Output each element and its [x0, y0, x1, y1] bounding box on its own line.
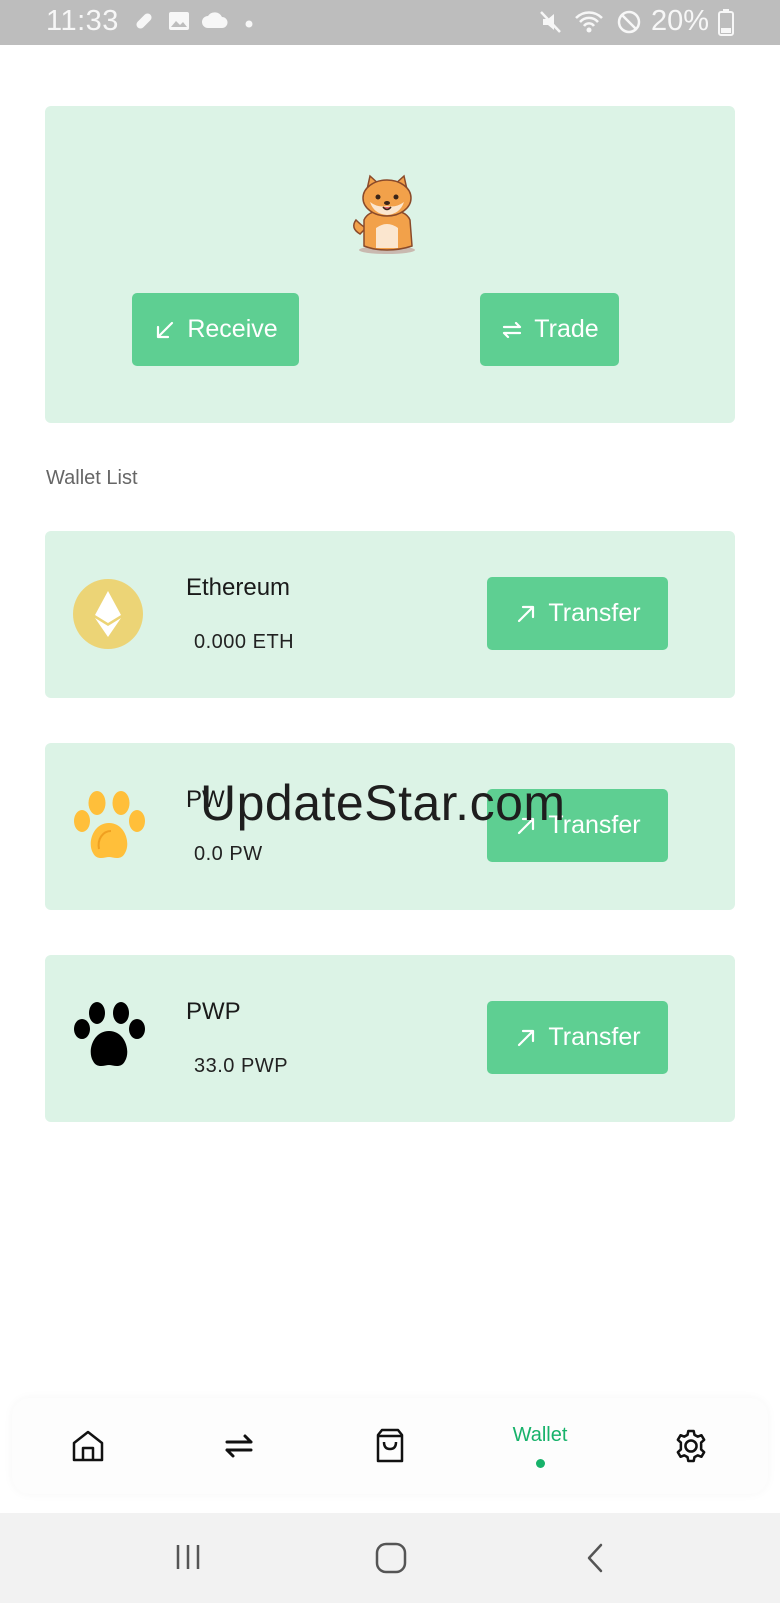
cloud-icon — [201, 9, 229, 38]
wallet-balance: 33.0 PWP — [194, 1055, 289, 1077]
nav-settings[interactable] — [651, 1398, 731, 1494]
wallet-name: Ethereum — [186, 574, 291, 601]
wallet-card-ethereum: Ethereum 0.000 ETH Transfer — [45, 531, 735, 698]
wallet-name: PWP — [186, 998, 241, 1025]
image-icon — [167, 9, 191, 38]
home-icon[interactable] — [374, 1541, 408, 1580]
transfer-button[interactable]: Transfer — [487, 577, 668, 650]
nav-wallet-label: Wallet — [512, 1424, 568, 1446]
black-paw-icon — [71, 1001, 145, 1075]
wifi-icon — [574, 9, 604, 40]
nav-trade[interactable] — [199, 1398, 279, 1494]
bottom-nav: Wallet — [12, 1398, 768, 1494]
home-icon — [70, 1428, 106, 1464]
nav-home[interactable] — [48, 1398, 128, 1494]
orange-paw-icon — [71, 789, 145, 863]
battery-icon — [718, 8, 734, 41]
arrow-up-right-icon — [514, 602, 538, 626]
pill-icon — [132, 9, 156, 38]
wallet-card-pwp: PWP 33.0 PWP Transfer — [45, 955, 735, 1122]
status-time: 11:33 — [46, 5, 119, 37]
ethereum-icon — [71, 577, 145, 651]
transfer-label: Transfer — [548, 599, 641, 627]
transfer-button[interactable]: Transfer — [487, 1001, 668, 1074]
mute-icon — [538, 9, 564, 40]
transfer-label: Transfer — [548, 1023, 641, 1051]
settings-icon — [672, 1427, 710, 1465]
active-indicator — [535, 1459, 545, 1468]
arrow-down-left-icon — [153, 318, 177, 342]
nav-wallet[interactable]: Wallet — [500, 1398, 580, 1494]
trade-label: Trade — [534, 315, 599, 343]
system-nav-bar — [0, 1513, 780, 1603]
trade-button[interactable]: Trade — [480, 293, 619, 366]
shiba-dog-icon — [350, 172, 424, 261]
dot-icon — [244, 16, 254, 34]
receive-button[interactable]: Receive — [132, 293, 299, 366]
status-bar: 11:33 20% — [0, 0, 780, 45]
app-root: 11:33 20% Receive Trade Wallet List Ethe… — [0, 0, 780, 1603]
shopping-bag-icon — [372, 1427, 408, 1465]
wallet-balance: 0.0 PW — [194, 843, 263, 865]
do-not-disturb-icon — [616, 9, 642, 40]
wallet-balance: 0.000 ETH — [194, 631, 295, 653]
swap-icon — [223, 1430, 255, 1462]
back-icon[interactable] — [583, 1541, 607, 1580]
arrow-up-right-icon — [514, 1026, 538, 1050]
nav-shop[interactable] — [350, 1398, 430, 1494]
recents-icon[interactable] — [173, 1541, 205, 1578]
swap-icon — [500, 318, 524, 342]
battery-percent: 20% — [651, 5, 710, 37]
hero-card: Receive Trade — [45, 106, 735, 423]
wallet-list-title: Wallet List — [46, 467, 138, 489]
receive-label: Receive — [187, 315, 278, 343]
watermark-text: UpdateStar.com — [200, 775, 566, 831]
